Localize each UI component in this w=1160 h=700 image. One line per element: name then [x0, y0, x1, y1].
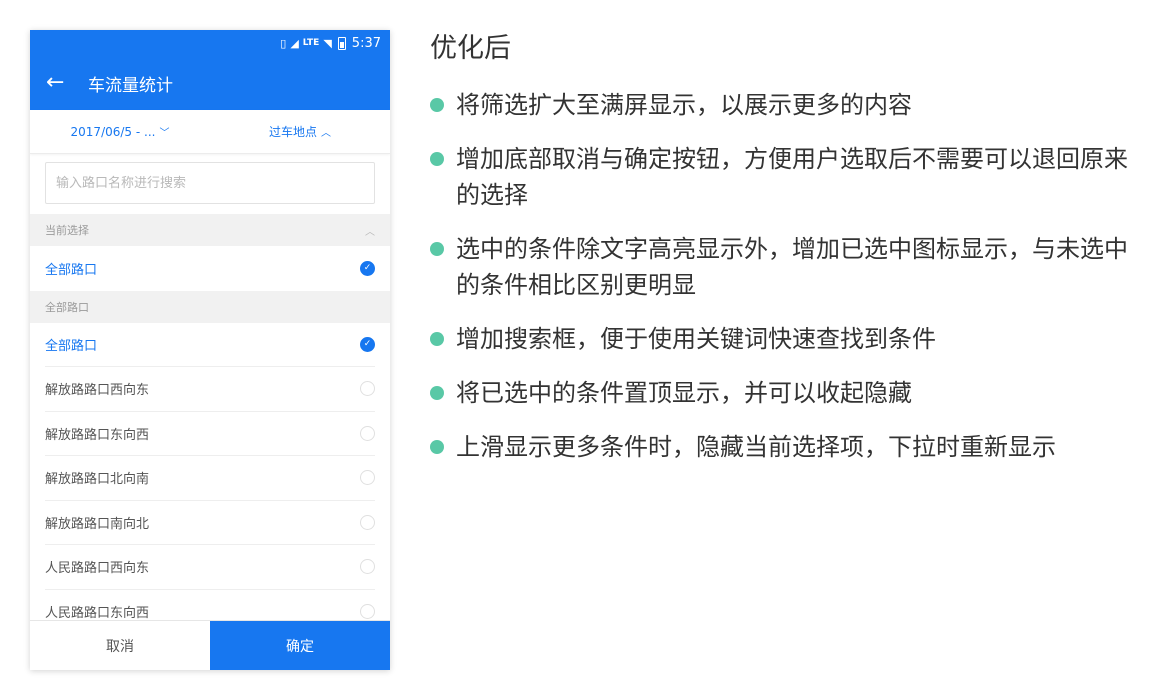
phone-screen: ▯ ◢ LTE ◥ 5:37 ← 车流量统计 2017/06/5 - ... ﹀ … [30, 30, 390, 670]
note-item: 将筛选扩大至满屏显示，以展示更多的内容 [430, 87, 1140, 123]
status-time: 5:37 [351, 35, 381, 51]
current-selection-header: 当前选择 ︿ [30, 214, 390, 246]
battery-icon [337, 36, 346, 50]
note-item: 增加底部取消与确定按钮，方便用户选取后不需要可以退回原来的选择 [430, 141, 1140, 213]
list-item[interactable]: 解放路路口东向西 [45, 412, 375, 456]
note-item: 将已选中的条件置顶显示，并可以收起隐藏 [430, 375, 1140, 411]
radio-empty-icon [360, 470, 375, 486]
note-text: 增加底部取消与确定按钮，方便用户选取后不需要可以退回原来的选择 [456, 145, 1128, 209]
confirm-button[interactable]: 确定 [210, 621, 390, 670]
bullet-dot-icon [430, 242, 444, 256]
bullet-dot-icon [430, 386, 444, 400]
list-item-label: 解放路路口东向西 [45, 427, 150, 443]
filter-date[interactable]: 2017/06/5 - ... ﹀ [30, 124, 210, 139]
filter-bar: 2017/06/5 - ... ﹀ 过车地点 ︿ [30, 110, 390, 154]
note-text: 增加搜索框，便于使用关键词快速查找到条件 [456, 325, 936, 353]
list-item-label: 解放路路口南向北 [45, 516, 150, 532]
list-item-label: 人民路路口西向东 [45, 561, 150, 577]
radio-empty-icon [360, 425, 375, 441]
status-bar: ▯ ◢ LTE ◥ 5:37 [30, 30, 390, 56]
vibrate-icon: ▯ [280, 36, 287, 50]
all-intersections-header: 全部路口 [30, 290, 390, 323]
bullet-dot-icon [430, 98, 444, 112]
action-bar: 取消 确定 [30, 620, 390, 670]
check-icon: ✓ [360, 260, 375, 276]
list-item[interactable]: 人民路路口西向东 [45, 545, 375, 590]
current-selection-title: 当前选择 [45, 224, 89, 237]
chevron-up-icon: ︿ [321, 128, 331, 139]
note-text: 上滑显示更多条件时，隐藏当前选择项，下拉时重新显示 [456, 433, 1056, 461]
notes-title: 优化后 [430, 33, 511, 64]
collapse-chevron-icon[interactable]: ︿ [365, 223, 375, 238]
radio-empty-icon [360, 381, 375, 397]
intersection-list: 全部路口 ✓ 解放路路口西向东 解放路路口东向西 解放路路口北向南 解放路路口南… [30, 323, 390, 634]
note-text: 将筛选扩大至满屏显示，以展示更多的内容 [456, 91, 912, 119]
bullet-dot-icon [430, 152, 444, 166]
list-item[interactable]: 解放路路口北向南 [45, 456, 375, 501]
list-item-label: 解放路路口西向东 [45, 383, 150, 399]
network-type: LTE [302, 38, 320, 48]
note-item: 增加搜索框，便于使用关键词快速查找到条件 [430, 321, 1140, 357]
list-item-label: 人民路路口东向西 [45, 605, 150, 621]
check-icon: ✓ [360, 336, 375, 352]
design-notes: 优化后 将筛选扩大至满屏显示，以展示更多的内容 增加底部取消与确定按钮，方便用户… [430, 26, 1140, 483]
radio-empty-icon [360, 514, 375, 530]
wifi-icon: ◥ [323, 36, 332, 50]
search-wrapper [30, 154, 390, 214]
current-selection-item[interactable]: 全部路口 ✓ [45, 246, 375, 291]
radio-empty-icon [360, 559, 375, 575]
filter-date-label: 2017/06/5 - ... [70, 125, 156, 139]
all-intersections-title: 全部路口 [45, 300, 89, 314]
note-text: 选中的条件除文字高亮显示外，增加已选中图标显示，与未选中的条件相比区别更明显 [456, 235, 1128, 299]
back-arrow-icon[interactable]: ← [46, 72, 76, 94]
chevron-down-icon: ﹀ [159, 128, 170, 139]
note-item: 选中的条件除文字高亮显示外，增加已选中图标显示，与未选中的条件相比区别更明显 [430, 231, 1140, 303]
list-item-label: 全部路口 [45, 338, 98, 354]
list-item[interactable]: 全部路口 ✓ [45, 323, 375, 367]
radio-empty-icon [360, 603, 375, 619]
cancel-button[interactable]: 取消 [30, 621, 210, 670]
filter-location[interactable]: 过车地点 ︿ [210, 123, 390, 140]
search-input[interactable] [45, 162, 375, 204]
signal-icon: ◢ [290, 36, 299, 50]
note-item: 上滑显示更多条件时，隐藏当前选择项，下拉时重新显示 [430, 429, 1140, 465]
list-item-label: 全部路口 [45, 262, 98, 278]
filter-location-label: 过车地点 [268, 125, 317, 139]
bullet-dot-icon [430, 332, 444, 346]
list-item[interactable]: 解放路路口西向东 [45, 367, 375, 412]
list-item-label: 解放路路口北向南 [45, 472, 150, 488]
page-title: 车流量统计 [88, 75, 173, 96]
list-item[interactable]: 解放路路口南向北 [45, 501, 375, 545]
bullet-dot-icon [430, 440, 444, 454]
note-text: 将已选中的条件置顶显示，并可以收起隐藏 [456, 379, 912, 407]
app-bar: ← 车流量统计 [30, 56, 390, 110]
